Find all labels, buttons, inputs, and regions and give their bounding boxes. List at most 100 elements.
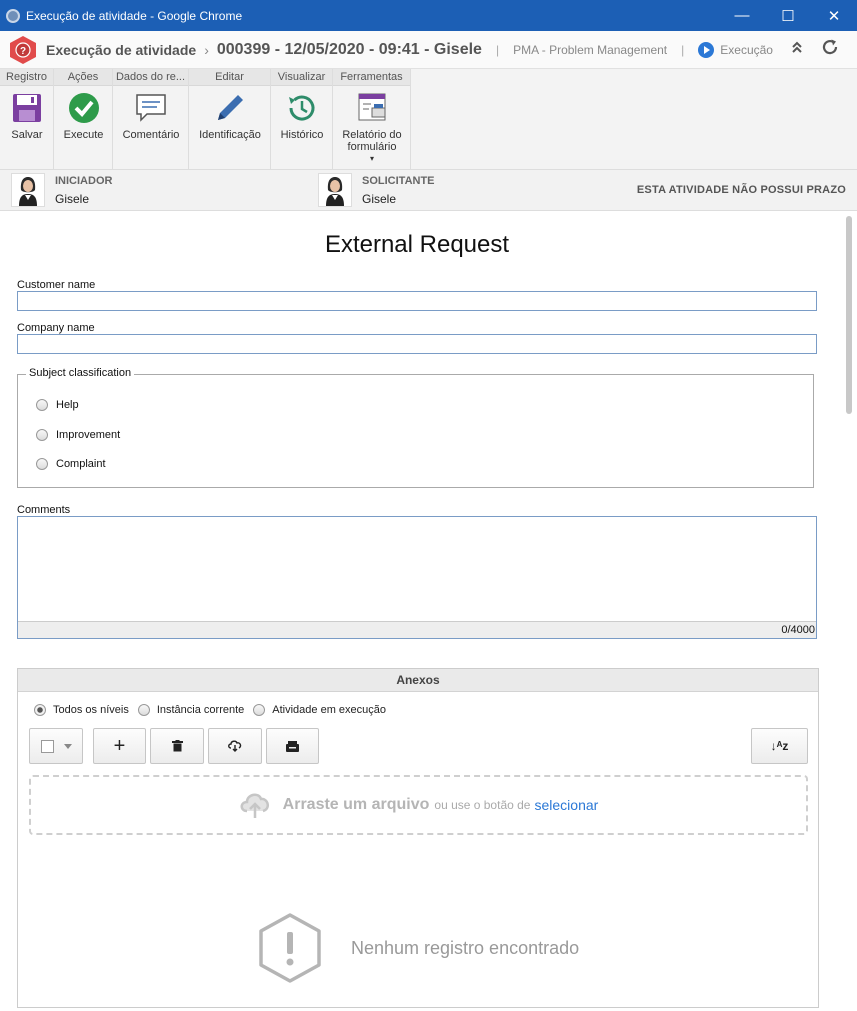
window-title: Execução de atividade - Google Chrome	[26, 8, 243, 23]
ribbon-group-registro: Registro Salvar	[0, 69, 54, 170]
floppy-icon	[10, 91, 44, 125]
save-button[interactable]: Salvar	[0, 91, 54, 141]
level-option-all[interactable]: Todos os níveis	[34, 704, 129, 716]
character-counter: 0/4000	[18, 621, 816, 638]
download-attachment-button[interactable]	[208, 728, 262, 764]
refresh-icon[interactable]	[821, 38, 839, 61]
ribbon-group-dados: Dados do re... Comentário	[113, 69, 189, 170]
header-divider: |	[495, 42, 500, 57]
attachments-title: Anexos	[18, 669, 818, 692]
svg-text:?: ?	[20, 46, 26, 57]
subject-option-label: Complaint	[56, 458, 106, 470]
maximize-button[interactable]: ☐	[765, 0, 811, 31]
comment-button[interactable]: Comentário	[113, 91, 189, 141]
level-option-current-instance[interactable]: Instância corrente	[137, 704, 245, 716]
execute-label: Execute	[63, 129, 104, 141]
checkbox-icon[interactable]	[40, 739, 54, 753]
save-label: Salvar	[11, 129, 43, 141]
drop-zone-title: Arraste um arquivo	[282, 796, 430, 813]
attachment-level-filter: Todos os níveis Instância corrente Ativi…	[34, 704, 395, 716]
cloud-upload-icon	[240, 793, 269, 818]
chevron-down-icon[interactable]: ▾	[333, 153, 411, 165]
form-report-label-line2: formulário	[347, 141, 397, 153]
form-title: External Request	[324, 231, 510, 258]
company-name-field[interactable]	[17, 334, 817, 354]
ribbon-group-title: Editar	[189, 69, 270, 86]
select-all-dropdown[interactable]	[29, 728, 83, 764]
breadcrumb-separator: ›	[204, 41, 209, 58]
form-report-icon	[355, 91, 389, 125]
sort-button[interactable]: ↓ᴬᴢ	[751, 728, 808, 764]
subject-classification-legend: Subject classification	[26, 367, 135, 379]
ribbon-group-acoes: Ações Execute	[54, 69, 113, 170]
subject-option-improvement[interactable]: Improvement	[36, 429, 120, 441]
execute-button[interactable]: Execute	[54, 91, 113, 141]
play-icon	[698, 41, 715, 58]
ribbon-group-title: Registro	[0, 69, 53, 86]
comments-textarea[interactable]: 0/4000	[17, 516, 817, 639]
identification-button[interactable]: Identificação	[189, 91, 271, 141]
radio-button[interactable]	[36, 429, 48, 441]
add-attachment-button[interactable]: +	[93, 728, 146, 764]
requester-card: SOLICITANTE Gisele	[318, 173, 435, 207]
scanner-button[interactable]	[266, 728, 319, 764]
collapse-icon[interactable]	[791, 40, 803, 59]
status-badge: Execução	[698, 41, 773, 58]
attachments-panel: Anexos Todos os níveis Instância corrent…	[17, 668, 819, 1008]
radio-button[interactable]	[253, 704, 266, 716]
browser-titlebar: Execução de atividade - Google Chrome — …	[0, 0, 857, 31]
comment-label: Comentário	[122, 129, 180, 141]
subject-classification-group: Subject classification Help Improvement …	[17, 367, 814, 488]
initiator-card: INICIADOR Gisele	[11, 173, 112, 207]
ribbon-group-title: Visualizar	[271, 69, 332, 86]
record-identifier: 000399 - 12/05/2020 - 09:41 - Gisele	[216, 40, 482, 58]
header-divider: |	[681, 42, 685, 57]
subject-option-complaint[interactable]: Complaint	[36, 458, 106, 470]
deadline-notice: ESTA ATIVIDADE NÃO POSSUI PRAZO	[636, 184, 846, 196]
subject-option-label: Help	[56, 399, 79, 411]
radio-button[interactable]	[34, 704, 46, 716]
radio-button[interactable]	[36, 399, 48, 411]
ribbon-toolbar: Registro Salvar Ações Execute Dados do r…	[0, 69, 857, 170]
file-drop-zone[interactable]: Arraste um arquivo ou use o botão de sel…	[29, 775, 808, 835]
close-button[interactable]: ✕	[811, 0, 857, 31]
minimize-button[interactable]: —	[719, 0, 765, 31]
delete-attachment-button[interactable]	[150, 728, 204, 764]
level-option-label: Instância corrente	[156, 704, 245, 716]
process-name: PMA - Problem Management	[513, 42, 668, 57]
ribbon-group-visualizar: Visualizar Histórico	[271, 69, 333, 170]
history-label: Histórico	[280, 129, 324, 141]
breadcrumb-app-title: Execução de atividade	[46, 41, 197, 58]
empty-state-message: Nenhum registro encontrado	[351, 937, 580, 958]
pencil-icon	[213, 91, 247, 125]
plus-icon: +	[113, 734, 126, 757]
radio-button[interactable]	[36, 458, 48, 470]
comment-icon	[134, 91, 168, 125]
requester-name: Gisele	[362, 192, 397, 206]
identification-label: Identificação	[199, 129, 261, 141]
radio-button[interactable]	[137, 704, 150, 716]
drop-zone-hint: ou use o botão de	[434, 798, 531, 812]
scrollbar[interactable]	[846, 216, 852, 414]
ribbon-group-title: Ferramentas	[333, 69, 410, 86]
sort-alpha-icon: ↓ᴬᴢ	[770, 739, 789, 753]
subject-option-help[interactable]: Help	[36, 399, 79, 411]
app-header: ? Execução de atividade › 000399 - 12/05…	[0, 31, 857, 69]
form-report-button[interactable]: Relatório do formulário ▾	[333, 91, 411, 165]
customer-name-field[interactable]	[17, 291, 817, 311]
scanner-icon	[286, 740, 299, 752]
subject-option-label: Improvement	[56, 429, 121, 441]
chevron-down-icon	[63, 743, 72, 749]
check-circle-icon	[67, 91, 101, 125]
level-option-label: Todos os níveis	[53, 704, 129, 716]
status-label: Execução	[720, 42, 773, 57]
company-name-label: Company name	[17, 322, 95, 334]
select-file-link[interactable]: selecionar	[534, 797, 598, 813]
avatar	[11, 173, 45, 207]
level-option-activity[interactable]: Atividade em execução	[253, 704, 386, 716]
empty-state: Nenhum registro encontrado	[257, 912, 579, 984]
history-button[interactable]: Histórico	[271, 91, 333, 141]
requester-role: SOLICITANTE	[362, 175, 435, 187]
chrome-icon	[6, 8, 20, 23]
process-hex-icon: ?	[8, 35, 38, 65]
